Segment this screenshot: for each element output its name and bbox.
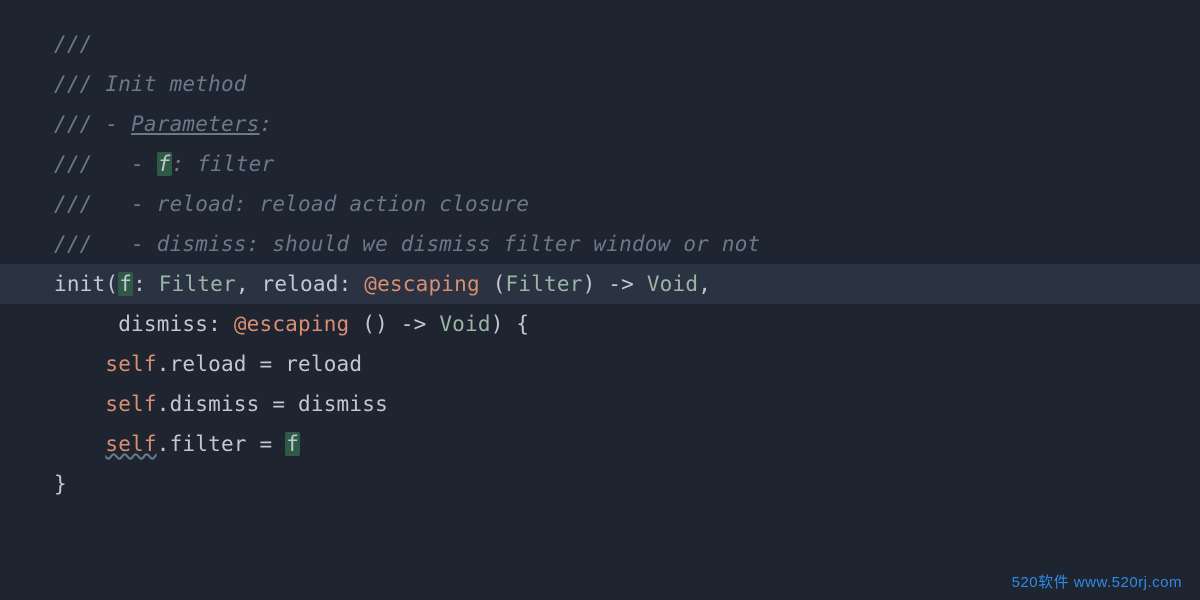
- escaping-keyword: @escaping: [234, 312, 350, 336]
- doc-param-dismiss-desc: : should we dismiss filter window or not: [247, 232, 761, 256]
- rparen: ): [583, 272, 596, 296]
- rhs-dismiss: dismiss: [298, 392, 388, 416]
- code-line-highlighted: init(f: Filter, reload: @escaping (Filte…: [0, 264, 1200, 304]
- prop-reload: reload: [170, 352, 247, 376]
- type-void: Void: [439, 312, 490, 336]
- rhs-f: f: [285, 432, 300, 456]
- code-line: ///: [0, 24, 1200, 64]
- doc-param-reload-desc: : reload action closure: [234, 192, 529, 216]
- prop-dismiss: dismiss: [170, 392, 260, 416]
- arrow: ->: [388, 312, 439, 336]
- equals: =: [247, 352, 286, 376]
- code-line: dismiss: @escaping () -> Void) {: [0, 304, 1200, 344]
- doc-param-f: f: [157, 152, 172, 176]
- code-line: /// - dismiss: should we dismiss filter …: [0, 224, 1200, 264]
- param-reload-name: reload: [262, 272, 339, 296]
- type-filter: Filter: [159, 272, 236, 296]
- unit-parens: (): [349, 312, 388, 336]
- brace-close: }: [54, 472, 67, 496]
- doc-slashes: ///: [54, 192, 93, 216]
- rparen: ): [491, 312, 504, 336]
- watermark: 520软件 www.520rj.com: [1012, 571, 1182, 592]
- code-line: /// - Parameters:: [0, 104, 1200, 144]
- doc-bullet: -: [131, 232, 144, 256]
- doc-slashes: ///: [54, 72, 93, 96]
- type-void: Void: [647, 272, 698, 296]
- doc-param-dismiss: dismiss: [157, 232, 247, 256]
- doc-param-reload: reload: [157, 192, 234, 216]
- dot: .: [157, 432, 170, 456]
- doc-param-f-desc: : filter: [172, 152, 275, 176]
- self-keyword: self: [105, 392, 156, 416]
- escaping-keyword: @escaping: [364, 272, 480, 296]
- doc-bullet: -: [131, 192, 144, 216]
- arrow: ->: [595, 272, 646, 296]
- rhs-reload: reload: [285, 352, 362, 376]
- doc-slashes: ///: [54, 112, 93, 136]
- code-line: self.reload = reload: [0, 344, 1200, 384]
- param-f-name: f: [118, 272, 133, 296]
- dot: .: [157, 392, 170, 416]
- doc-colon: :: [260, 112, 273, 136]
- self-keyword: self: [105, 352, 156, 376]
- doc-slashes: ///: [54, 232, 93, 256]
- code-line: /// Init method: [0, 64, 1200, 104]
- self-keyword-warning: self: [105, 432, 156, 456]
- code-line: }: [0, 464, 1200, 504]
- param-dismiss-name: dismiss: [118, 312, 208, 336]
- code-line: /// - reload: reload action closure: [0, 184, 1200, 224]
- equals: =: [247, 432, 286, 456]
- init-keyword: init: [54, 272, 105, 296]
- doc-parameters-label: Parameters: [131, 112, 259, 136]
- doc-bullet: -: [105, 112, 118, 136]
- doc-title: Init method: [93, 72, 247, 96]
- lparen: (: [105, 272, 118, 296]
- code-line: self.filter = f: [0, 424, 1200, 464]
- code-line: self.dismiss = dismiss: [0, 384, 1200, 424]
- doc-slashes: ///: [54, 32, 93, 56]
- equals: =: [260, 392, 299, 416]
- doc-slashes: ///: [54, 152, 93, 176]
- dot: .: [157, 352, 170, 376]
- prop-filter: filter: [170, 432, 247, 456]
- lparen: (: [493, 272, 506, 296]
- code-line: /// - f: filter: [0, 144, 1200, 184]
- brace-open: {: [504, 312, 530, 336]
- doc-bullet: -: [131, 152, 144, 176]
- watermark-brand: 520软件: [1012, 574, 1070, 591]
- watermark-url[interactable]: www.520rj.com: [1074, 574, 1182, 591]
- type-filter: Filter: [506, 272, 583, 296]
- code-editor[interactable]: /// /// Init method /// - Parameters: //…: [0, 0, 1200, 504]
